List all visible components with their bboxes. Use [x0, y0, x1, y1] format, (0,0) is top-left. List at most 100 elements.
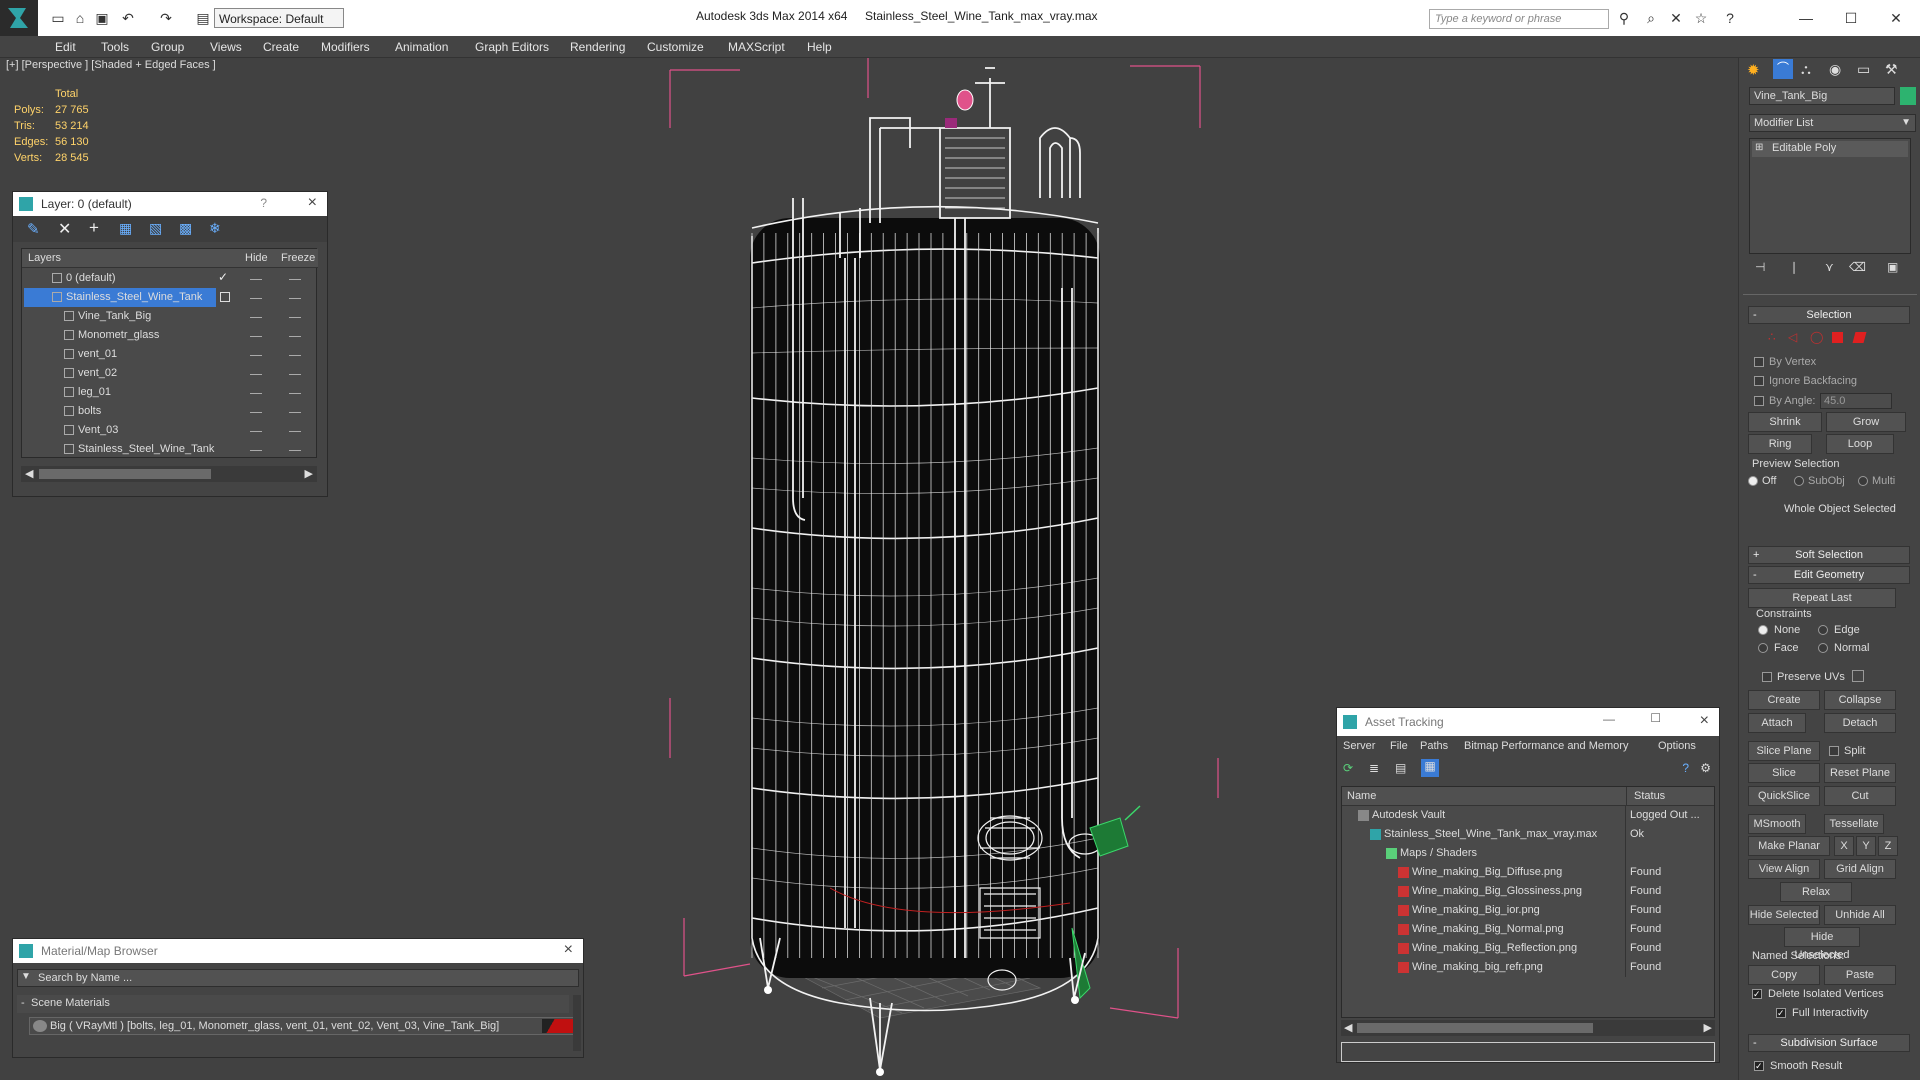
redo-icon[interactable]: ↷ [158, 10, 174, 26]
search-input[interactable]: Type a keyword or phrase [1429, 9, 1609, 29]
by-vertex-checkbox[interactable] [1754, 357, 1764, 367]
favorites-star-icon[interactable]: ☆ [1693, 10, 1709, 26]
full-interactivity-checkbox[interactable]: ✓ [1776, 1008, 1786, 1018]
menu-rendering[interactable]: Rendering [570, 40, 625, 54]
material-item[interactable]: Big ( VRayMtl ) [bolts, leg_01, Monometr… [29, 1017, 579, 1035]
reset-plane-button[interactable]: Reset Plane [1824, 763, 1896, 783]
menu-group[interactable]: Group [151, 40, 184, 54]
workspace-dropdown[interactable]: Workspace: Default [214, 8, 344, 28]
menu-customize[interactable]: Customize [647, 40, 704, 54]
collapse-icon[interactable]: - [21, 997, 25, 1009]
delete-isolated-checkbox[interactable]: ✓ [1752, 989, 1762, 999]
layer-horizontal-scrollbar[interactable]: ◀ ▶ [21, 466, 317, 482]
scene-materials-group[interactable]: - Scene Materials [17, 995, 569, 1013]
scroll-right-icon[interactable]: ▶ [1704, 1021, 1712, 1034]
hide-toggle[interactable] [250, 374, 262, 375]
hide-toggle[interactable] [250, 355, 262, 356]
col-name[interactable]: Name [1347, 790, 1376, 802]
scroll-left-icon[interactable]: ◀ [1344, 1021, 1352, 1034]
asset-tracking-titlebar[interactable]: Asset Tracking — ☐ × [1337, 708, 1719, 736]
make-planar-button[interactable]: Make Planar [1748, 836, 1830, 856]
object-name-field[interactable]: Vine_Tank_Big [1749, 87, 1895, 105]
split-checkbox[interactable] [1829, 746, 1839, 756]
layer-row[interactable]: vent_01 [22, 345, 318, 364]
show-end-result-icon[interactable]: ❘ [1789, 260, 1799, 274]
asset-row[interactable]: Autodesk Vault Logged Out ... [1342, 806, 1713, 825]
rollout-edit-geometry[interactable]: Edit Geometry - [1748, 566, 1910, 584]
pin-stack-icon[interactable]: ⊣ [1755, 260, 1765, 274]
material-vertical-scrollbar[interactable] [573, 995, 581, 1051]
relax-button[interactable]: Relax [1780, 882, 1852, 902]
menu-maxscript[interactable]: MAXScript [728, 40, 785, 54]
freeze-toggle[interactable] [289, 393, 301, 394]
constraint-none-radio[interactable] [1758, 625, 1768, 635]
scroll-left-icon[interactable]: ◀ [25, 467, 33, 480]
expand-plus-icon[interactable]: ⊞ [1755, 142, 1763, 153]
slice-plane-button[interactable]: Slice Plane [1748, 741, 1820, 761]
hide-toggle[interactable] [250, 336, 262, 337]
create-button[interactable]: Create [1748, 690, 1820, 710]
layer-row[interactable]: Stainless_Steel_Wine_Tank [22, 440, 318, 459]
unhide-all-button[interactable]: Unhide All [1824, 905, 1896, 925]
col-freeze[interactable]: Freeze [281, 252, 315, 264]
asset-row[interactable]: Wine_making_big_refr.png Found [1342, 958, 1713, 977]
freeze-toggle[interactable] [289, 298, 301, 299]
asset-path-field[interactable] [1341, 1042, 1715, 1062]
ring-button[interactable]: Ring [1748, 434, 1812, 454]
material-browser-titlebar[interactable]: Material/Map Browser × [13, 939, 583, 963]
preview-off-radio[interactable] [1748, 476, 1758, 486]
layer-panel-titlebar[interactable]: Layer: 0 (default) ? × [13, 192, 327, 216]
hide-unselected-button[interactable]: Hide Unselected [1784, 927, 1860, 961]
constraint-edge-radio[interactable] [1818, 625, 1828, 635]
binoculars-icon[interactable]: ⚲ [1616, 10, 1632, 26]
loop-button[interactable]: Loop [1826, 434, 1894, 454]
asset-row[interactable]: Wine_making_Big_Reflection.png Found [1342, 939, 1713, 958]
asset-horizontal-scrollbar[interactable]: ◀ ▶ [1341, 1020, 1715, 1036]
layer-row[interactable]: vent_02 [22, 364, 318, 383]
planar-y-button[interactable]: Y [1856, 836, 1876, 856]
menu-tools[interactable]: Tools [101, 40, 129, 54]
menu-file[interactable]: File [1390, 740, 1408, 752]
preserve-uvs-checkbox[interactable] [1762, 672, 1772, 682]
menu-server[interactable]: Server [1343, 740, 1375, 752]
settings-icon[interactable]: ⚙ [1700, 761, 1711, 775]
delete-layer-icon[interactable]: ✕ [58, 219, 71, 239]
modify-tab-icon[interactable]: ⌒ [1773, 59, 1793, 79]
hide-toggle[interactable] [250, 450, 262, 451]
copy-button[interactable]: Copy [1748, 965, 1820, 985]
planar-z-button[interactable]: Z [1878, 836, 1898, 856]
freeze-toggle[interactable] [289, 355, 301, 356]
msmooth-button[interactable]: MSmooth [1748, 814, 1806, 834]
select-in-layer-icon[interactable]: ▦ [119, 220, 132, 237]
layer-row[interactable]: Stainless_Steel_Wine_Tank [22, 288, 318, 307]
hide-toggle[interactable] [250, 412, 262, 413]
menu-graph-editors[interactable]: Graph Editors [475, 40, 549, 54]
motion-tab-icon[interactable]: ◉ [1829, 61, 1841, 78]
view-align-button[interactable]: View Align [1748, 859, 1820, 879]
menu-options[interactable]: Options [1658, 740, 1696, 752]
quickslice-button[interactable]: QuickSlice [1748, 786, 1820, 806]
tessellate-button[interactable]: Tessellate [1824, 814, 1884, 834]
hide-toggle[interactable] [250, 279, 262, 280]
constraint-normal-radio[interactable] [1818, 643, 1828, 653]
border-level-icon[interactable]: ◯ [1810, 330, 1823, 344]
utilities-tab-icon[interactable]: ⚒ [1885, 61, 1898, 78]
scroll-thumb[interactable] [1357, 1023, 1593, 1033]
hide-all-layers-icon[interactable]: ▩ [179, 220, 192, 237]
table-view-icon[interactable]: ▦ [1421, 759, 1439, 777]
maximize-icon[interactable]: ☐ [1843, 10, 1859, 26]
detach-button[interactable]: Detach [1824, 713, 1896, 733]
menu-create[interactable]: Create [263, 40, 299, 54]
configure-sets-icon[interactable]: ▣ [1887, 260, 1898, 274]
repeat-last-button[interactable]: Repeat Last [1748, 588, 1896, 608]
current-layer-check-icon[interactable]: ✓ [218, 270, 228, 284]
paste-button[interactable]: Paste [1824, 965, 1896, 985]
asset-row[interactable]: Stainless_Steel_Wine_Tank_max_vray.max Ok [1342, 825, 1713, 844]
hide-toggle[interactable] [250, 431, 262, 432]
menu-edit[interactable]: Edit [55, 40, 76, 54]
app-logo[interactable] [0, 0, 38, 36]
element-level-icon[interactable] [1852, 332, 1867, 343]
ignore-backfacing-checkbox[interactable] [1754, 376, 1764, 386]
add-to-layer-icon[interactable]: + [89, 218, 99, 238]
menu-help[interactable]: Help [807, 40, 832, 54]
